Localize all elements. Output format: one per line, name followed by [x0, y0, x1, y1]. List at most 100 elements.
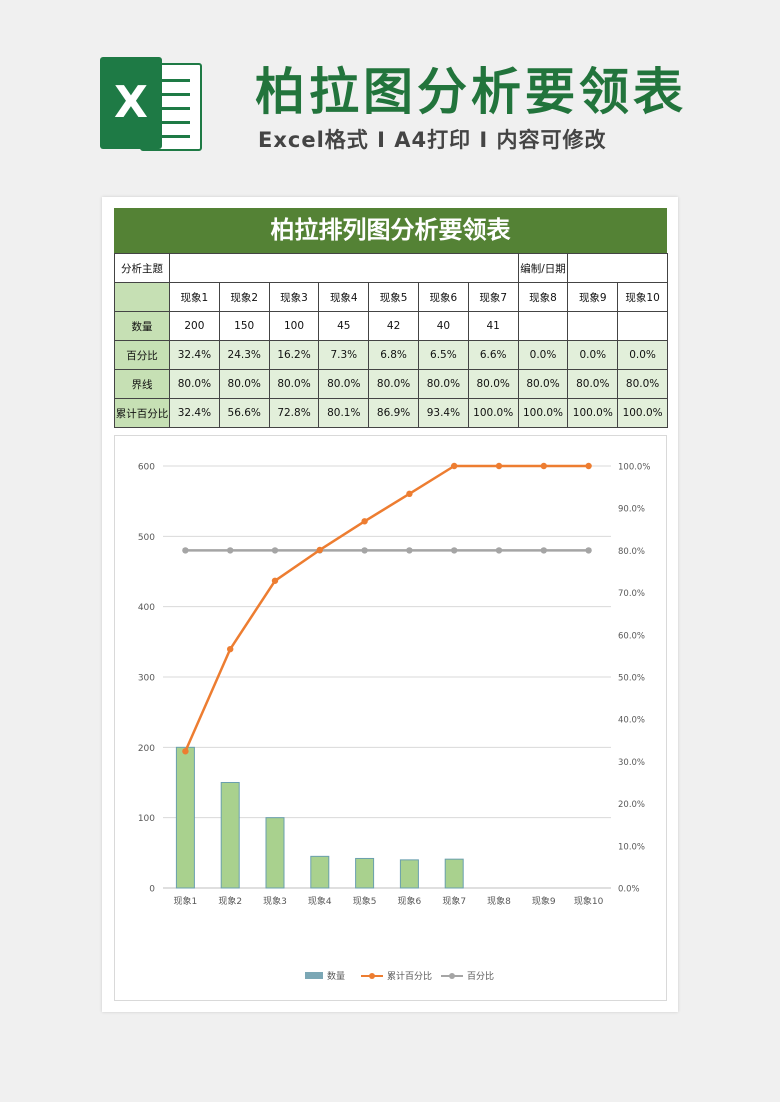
subject-value-cell[interactable] — [169, 253, 519, 283]
table-cell[interactable]: 0.0% — [617, 340, 668, 370]
table-cell[interactable]: 7.3% — [318, 340, 370, 370]
excel-logo-icon: X — [100, 57, 202, 151]
table-cell[interactable]: 56.6% — [218, 398, 270, 428]
table-cell[interactable]: 86.9% — [368, 398, 419, 428]
y-right-tick-label: 40.0% — [618, 716, 645, 726]
spreadsheet-page: 柏拉排列图分析要领表 分析主题 编制/日期 现象1 现象2 现象3 现象4 现象5 现象6… — [102, 197, 678, 1012]
table-cell[interactable]: 80.0% — [218, 369, 270, 399]
series-point — [316, 546, 323, 554]
table-cell[interactable]: 6.8% — [368, 340, 419, 370]
row-label: 数量 — [114, 311, 170, 341]
table-cell[interactable]: 45 — [318, 311, 370, 341]
table-cell[interactable]: 40 — [417, 311, 469, 341]
series-point — [361, 547, 368, 554]
phenomena-header-row: 现象1 现象2 现象3 现象4 现象5 现象6 现象7 现象8 现象9 现象10 — [114, 282, 668, 312]
table-cell[interactable]: 100.0% — [567, 398, 619, 428]
table-cell[interactable]: 6.5% — [417, 340, 469, 370]
table-cell[interactable]: 6.6% — [467, 340, 519, 370]
legend-label: 百分比 — [467, 970, 494, 982]
y-right-tick-label: 100.0% — [618, 463, 650, 473]
banner-title: 柏拉图分析要领表 — [255, 63, 687, 121]
table-cell[interactable]: 0.0% — [567, 340, 619, 370]
table-cell[interactable]: 42 — [368, 311, 419, 341]
table-cell[interactable]: 80.0% — [318, 369, 370, 399]
table-cell[interactable]: 80.0% — [517, 369, 569, 399]
table-cell[interactable]: 80.0% — [617, 369, 668, 399]
banner: X 柏拉图分析要领表 Excel格式 I A4打印 I 内容可修改 — [0, 0, 780, 195]
y-right-tick-label: 0.0% — [618, 885, 640, 895]
table-cell[interactable]: 80.0% — [467, 369, 519, 399]
table-cell[interactable]: 80.0% — [567, 369, 619, 399]
row-label: 界线 — [114, 369, 170, 399]
table-cell[interactable]: 32.4% — [169, 340, 220, 370]
phenomenon-header-7: 现象7 — [467, 282, 519, 312]
legend-label: 累计百分比 — [387, 970, 432, 982]
y-right-tick-label: 90.0% — [618, 505, 645, 515]
legend-label: 数量 — [327, 970, 345, 982]
y-right-tick-label: 30.0% — [618, 758, 645, 768]
series-point — [540, 462, 547, 470]
table-cell[interactable]: 100.0% — [467, 398, 519, 428]
table-cell[interactable]: 80.0% — [368, 369, 419, 399]
phenomenon-header-1: 现象1 — [169, 282, 220, 312]
phenomenon-header-2: 现象2 — [218, 282, 270, 312]
series-point — [406, 547, 413, 554]
legend-swatch-marker — [449, 973, 455, 979]
table-cell[interactable]: 41 — [467, 311, 519, 341]
series-point — [271, 547, 279, 554]
table-cell[interactable]: 0.0% — [517, 340, 569, 370]
x-tick-label: 现象7 — [442, 895, 466, 907]
series-point — [182, 547, 189, 554]
table-cell[interactable]: 72.8% — [268, 398, 320, 428]
table-cell[interactable]: 24.3% — [218, 340, 270, 370]
table-cell[interactable]: 16.2% — [268, 340, 320, 370]
table-cell[interactable] — [567, 311, 619, 341]
series-line — [184, 464, 589, 752]
table-cell[interactable]: 32.4% — [169, 398, 220, 428]
table-row: 界线 80.0% 80.0% 80.0% 80.0% 80.0% 80.0% 80.0% 80.… — [114, 369, 668, 399]
x-tick-label: 现象6 — [398, 895, 422, 907]
table-cell[interactable] — [517, 311, 569, 341]
table-cell[interactable]: 80.1% — [318, 398, 370, 428]
y-left-tick-label: 300 — [138, 674, 155, 684]
y-left-tick-label: 100 — [138, 814, 155, 824]
y-right-tick-label: 80.0% — [618, 547, 645, 557]
row-label: 累计百分比 — [114, 398, 170, 428]
table-cell[interactable]: 93.4% — [417, 398, 469, 428]
table-cell[interactable]: 80.0% — [417, 369, 469, 399]
series-point — [227, 547, 234, 554]
x-tick-label: 现象1 — [174, 895, 198, 907]
bar — [310, 855, 330, 889]
y-right-tick-label: 20.0% — [618, 800, 645, 810]
table-cell[interactable]: 150 — [218, 311, 270, 341]
bar — [265, 817, 285, 889]
x-tick-label: 现象10 — [574, 895, 604, 907]
phenomenon-header-10: 现象10 — [617, 282, 668, 312]
table-cell[interactable]: 100.0% — [617, 398, 668, 428]
pareto-chart-svg: 0 100 200 300 400 500 600 0.0% 10.0% 20.0% 30.0% 40… — [138, 462, 651, 983]
x-tick-label: 现象3 — [263, 895, 287, 907]
data-table: 分析主题 编制/日期 现象1 现象2 现象3 现象4 现象5 现象6 现象7 现象8 现象9 现象… — [114, 253, 668, 428]
y-left-tick-label: 400 — [138, 603, 155, 613]
table-row: 百分比 32.4% 24.3% 16.2% 7.3% 6.8% 6.5% 6.6% 0.0% 0.… — [114, 340, 668, 370]
table-cell[interactable]: 100.0% — [517, 398, 569, 428]
y-left-tick-label: 500 — [138, 533, 155, 543]
y-left-tick-label: 600 — [138, 463, 155, 473]
table-cell[interactable]: 80.0% — [169, 369, 220, 399]
x-tick-label: 现象5 — [353, 895, 377, 907]
y-left-tick-label: 200 — [138, 744, 155, 754]
bar — [355, 857, 375, 889]
y-left-tick-label: 0 — [149, 885, 155, 895]
excel-x-mark: X — [100, 57, 162, 149]
series-point — [585, 462, 592, 470]
table-cell[interactable]: 100 — [268, 311, 320, 341]
phenomenon-header-9: 现象9 — [567, 282, 619, 312]
legend-swatch-marker — [369, 973, 375, 979]
y-right-tick-label: 70.0% — [618, 589, 645, 599]
table-cell[interactable] — [617, 311, 668, 341]
table-cell[interactable]: 200 — [169, 311, 220, 341]
editor-value-cell[interactable] — [567, 253, 668, 283]
y-right-tick-label: 50.0% — [618, 674, 645, 684]
pareto-chart: 0 100 200 300 400 500 600 0.0% 10.0% 20.0% 30.0% 40… — [114, 435, 667, 1001]
table-cell[interactable]: 80.0% — [268, 369, 320, 399]
